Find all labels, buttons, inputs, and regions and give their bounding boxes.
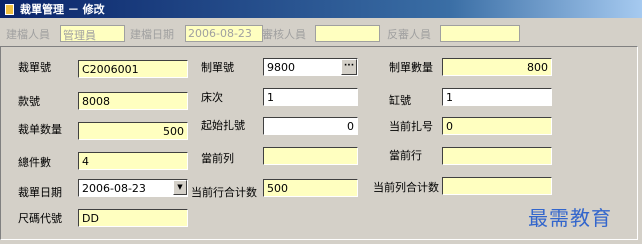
col-total-label: 当前列合计数 [373, 181, 439, 194]
cut-date-dropdown-icon[interactable]: ▼ [173, 180, 187, 195]
cut-qty-field[interactable]: 500 [78, 122, 188, 140]
unreviewer-field[interactable] [440, 25, 520, 42]
cur-col-field[interactable] [263, 147, 358, 165]
make-no-label: 制單號 [201, 61, 234, 74]
start-bundle-field[interactable]: 0 [263, 117, 358, 135]
cut-no-label: 裁單號 [18, 61, 51, 74]
title-bar: 裁單管理 － 修改 [0, 0, 642, 18]
col-total-field[interactable] [442, 177, 552, 195]
bed-no-label: 床次 [201, 91, 223, 104]
size-code-label: 尺碼代號 [18, 212, 62, 225]
created-date-label: 建檔日期 [130, 28, 174, 41]
row-total-label: 当前行合计数 [191, 186, 257, 199]
creator-field[interactable]: 管理員 [60, 25, 125, 42]
make-no-lookup-button[interactable]: ··· [341, 59, 357, 75]
cur-row-label: 當前行 [389, 149, 422, 162]
cylinder-no-field[interactable]: 1 [442, 88, 552, 106]
cut-qty-label: 裁单数量 [18, 123, 62, 136]
cut-date-label: 裁單日期 [18, 186, 62, 199]
style-no-label: 款號 [18, 95, 40, 108]
total-pieces-field[interactable]: 4 [78, 152, 188, 170]
start-bundle-label: 起始扎號 [201, 119, 245, 132]
cur-col-label: 當前列 [201, 152, 234, 165]
window-title: 裁單管理 － 修改 [20, 3, 105, 16]
created-date-field[interactable]: 2006-08-23 [185, 25, 263, 42]
row-total-field[interactable]: 500 [263, 179, 358, 197]
unreviewer-label: 反審人員 [387, 28, 431, 41]
window-icon [5, 3, 14, 15]
reviewer-label: 審核人員 [262, 28, 306, 41]
make-qty-field[interactable]: 800 [442, 58, 552, 76]
bed-no-field[interactable]: 1 [263, 88, 358, 106]
cur-bundle-label: 当前扎号 [389, 120, 433, 133]
cur-bundle-field[interactable]: 0 [442, 117, 552, 135]
reviewer-field[interactable] [315, 25, 380, 42]
creator-label: 建檔人員 [6, 28, 50, 41]
audit-header: 建檔人員 管理員 建檔日期 2006-08-23 審核人員 反審人員 [0, 18, 642, 46]
make-qty-label: 制單數量 [389, 61, 433, 74]
cut-no-field[interactable]: C2006001 [78, 60, 188, 78]
style-no-field[interactable]: 8008 [78, 92, 188, 110]
watermark-logo: 最需教育 [528, 206, 612, 230]
cylinder-no-label: 缸號 [389, 94, 411, 107]
total-pieces-label: 總件數 [18, 156, 51, 169]
cut-date-field[interactable]: 2006-08-23 [78, 179, 188, 197]
cur-row-field[interactable] [442, 147, 552, 165]
size-code-field[interactable]: DD [78, 209, 188, 227]
